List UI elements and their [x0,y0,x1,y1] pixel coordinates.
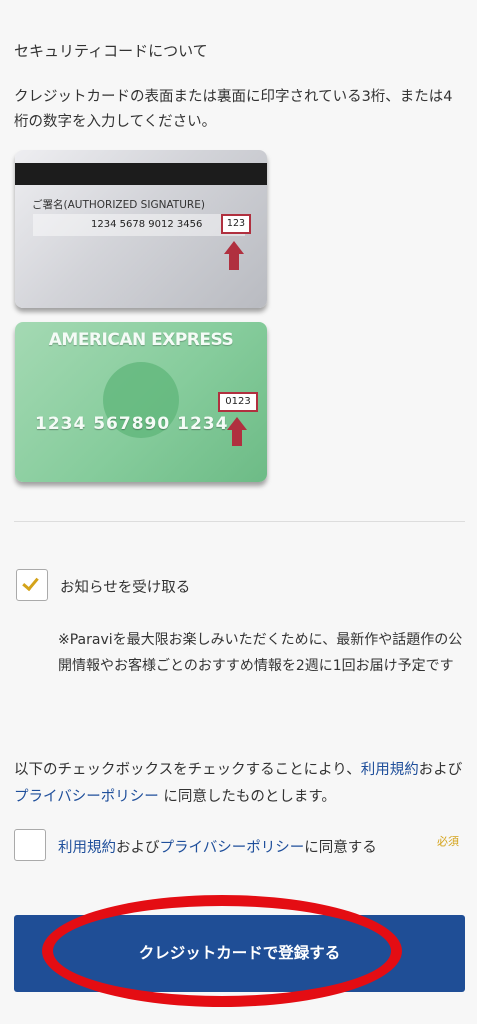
checkmark-icon [22,573,39,592]
terms-link[interactable]: 利用規約 [361,762,419,778]
magnetic-stripe [15,163,267,185]
agreement-text: 以下のチェックボックスをチェックすることにより、利用規約およびプライバシーポリシ… [14,757,469,811]
newsletter-note: ※Paraviを最大限お楽しみいただくために、最新作や話題作の公開情報やお客様ご… [58,632,463,674]
card-back-illustration: ご署名(AUTHORIZED SIGNATURE) 1234 5678 9012… [15,150,267,308]
signature-label: ご署名(AUTHORIZED SIGNATURE) [32,199,205,211]
terms-and: および [116,840,160,856]
required-badge: 必須 [437,835,459,848]
newsletter-checkbox[interactable] [16,569,48,601]
terms-agree-checkbox[interactable] [14,829,46,861]
security-code-description: クレジットカードの表面または裏面に印字されている3桁、または4桁の数字を入力して… [14,89,453,130]
terms-agree-label: 利用規約およびプライバシーポリシーに同意する [58,836,377,857]
arrow-up-icon [224,241,244,271]
section-divider [14,521,465,522]
newsletter-label[interactable]: お知らせを受け取る [60,576,190,597]
security-code-title: セキュリティコードについて [14,42,208,60]
register-with-credit-card-button[interactable]: クレジットカードで登録する [14,915,465,992]
card-brand: AMERICAN EXPRESS [48,330,234,350]
agreement-text-before: 以下のチェックボックスをチェックすることにより、 [14,762,361,778]
card-number: 1234 567890 1234 [35,414,229,434]
terms-link[interactable]: 利用規約 [58,840,116,856]
cvv-highlight: 123 [221,214,251,234]
privacy-policy-link[interactable]: プライバシーポリシー [160,840,305,856]
card-amex-illustration: AMERICAN EXPRESS 1234 567890 1234 0123 [15,322,267,482]
privacy-policy-link[interactable]: プライバシーポリシー [14,789,159,805]
agreement-and: および [418,762,463,778]
cid-highlight: 0123 [218,392,258,412]
terms-suffix: に同意する [304,840,377,856]
agreement-text-after: に同意したものとします。 [158,789,336,805]
card-number: 1234 5678 9012 3456 [91,219,203,230]
arrow-up-icon [227,417,247,447]
